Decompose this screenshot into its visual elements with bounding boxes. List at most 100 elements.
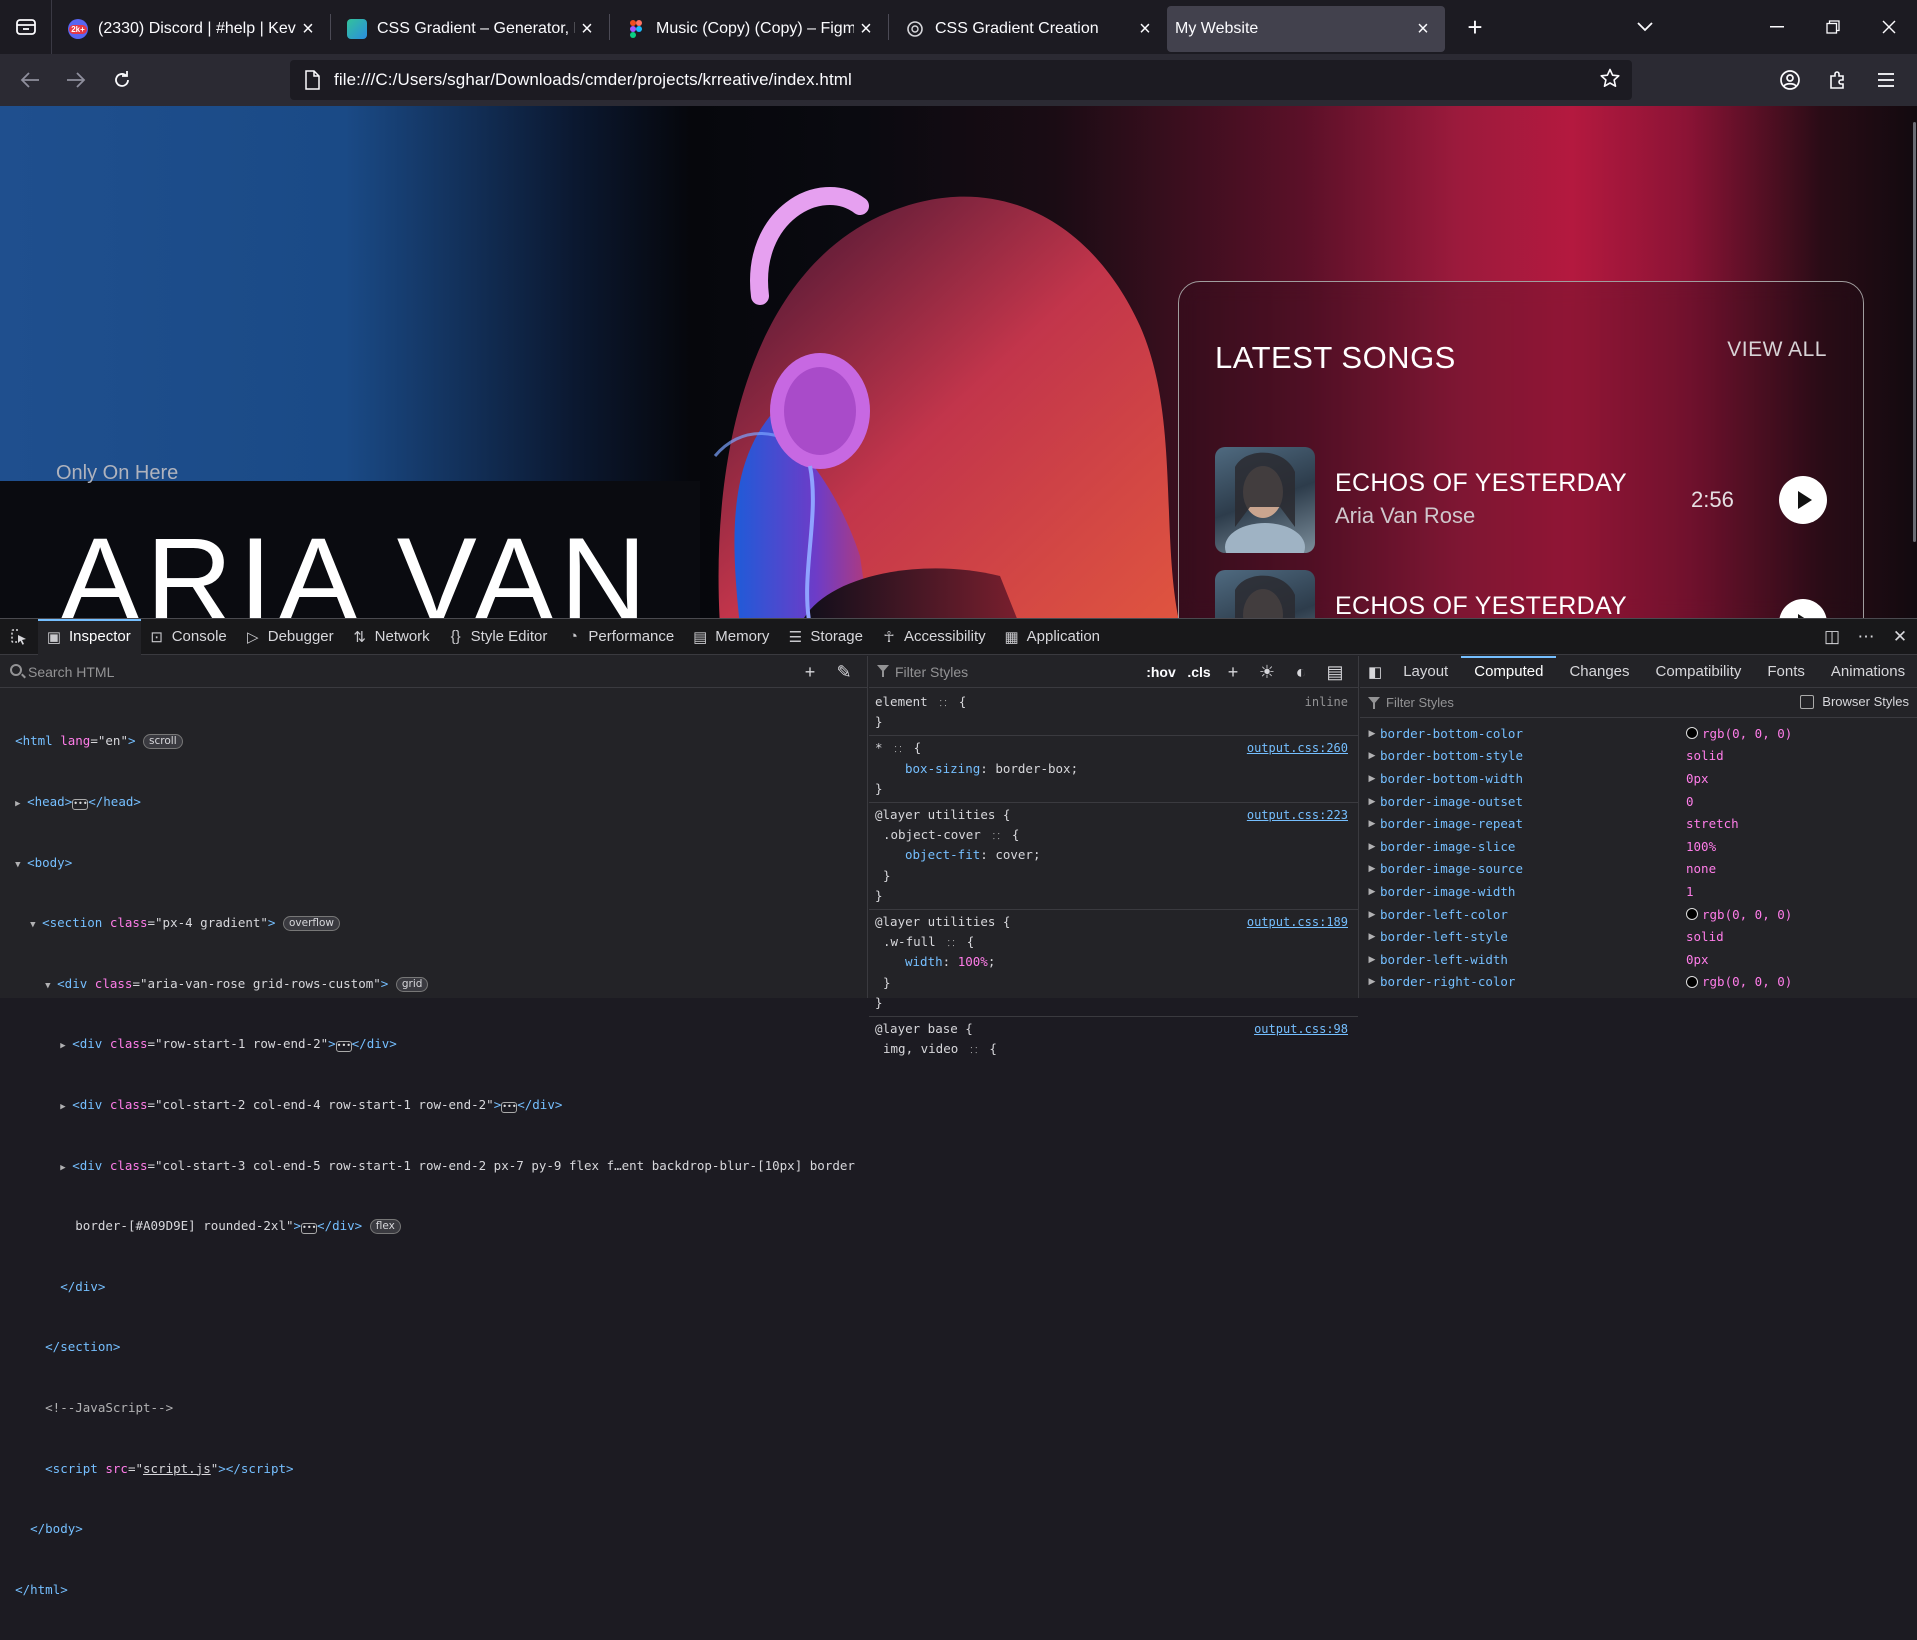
restore-button[interactable] bbox=[1805, 0, 1861, 54]
toggle-sidebar-icon[interactable]: ◧ bbox=[1360, 656, 1390, 688]
css-rule[interactable]: * ⸬ { box-sizing: border-box; } output.c… bbox=[869, 736, 1358, 804]
close-window-button[interactable] bbox=[1861, 0, 1917, 54]
play-button[interactable] bbox=[1779, 599, 1827, 618]
element-picker-button[interactable] bbox=[0, 619, 38, 655]
list-all-tabs-button[interactable] bbox=[1617, 0, 1673, 54]
reload-button[interactable] bbox=[100, 60, 144, 100]
browser-styles-toggle[interactable]: Browser Styles bbox=[1800, 694, 1909, 709]
tab-layout[interactable]: Layout bbox=[1390, 656, 1461, 688]
tree-node[interactable]: ▶ <div class="row-start-1 row-end-2">•••<… bbox=[0, 1034, 867, 1054]
tab-my-website[interactable]: My Website × bbox=[1167, 6, 1445, 52]
scroll-badge[interactable]: scroll bbox=[143, 734, 183, 750]
tab-network[interactable]: ⇅ Network bbox=[344, 619, 440, 655]
page-scrollbar[interactable] bbox=[1911, 106, 1917, 618]
tab-performance[interactable]: ◔ Performance bbox=[557, 619, 684, 655]
computed-row[interactable]: ▶ border-bottom-width 0px bbox=[1360, 767, 1917, 790]
computed-row[interactable]: ▶ border-bottom-style solid bbox=[1360, 745, 1917, 768]
rule-source-link[interactable]: output.css:223 bbox=[1247, 805, 1348, 825]
close-devtools-icon[interactable]: ✕ bbox=[1883, 627, 1917, 647]
css-rule[interactable]: @layer utilities { .object-cover ⸬ { obj… bbox=[869, 803, 1358, 911]
tree-node[interactable]: <script src="script.js"></script> bbox=[0, 1459, 867, 1479]
tab-accessibility[interactable]: ☥ Accessibility bbox=[873, 619, 996, 655]
tree-node[interactable]: ▶ <head>•••</head> bbox=[0, 792, 867, 812]
rule-source-link[interactable]: output.css:260 bbox=[1247, 738, 1348, 758]
computed-row[interactable]: ▶ border-bottom-color rgb(0, 0, 0) bbox=[1360, 722, 1917, 745]
url-bar[interactable]: file:///C:/Users/sghar/Downloads/cmder/p… bbox=[290, 60, 1632, 100]
tree-node[interactable]: </div> bbox=[0, 1277, 867, 1297]
scrollbar-thumb[interactable] bbox=[1913, 122, 1916, 542]
tree-node[interactable]: ▼ <div class="aria-van-rose grid-rows-cus… bbox=[0, 974, 867, 994]
more-options-icon[interactable]: ⋯ bbox=[1849, 627, 1883, 647]
tab-changes[interactable]: Changes bbox=[1556, 656, 1642, 688]
tab-inspector[interactable]: ▣ Inspector bbox=[38, 618, 141, 655]
computed-row[interactable]: ▶ border-left-style solid bbox=[1360, 925, 1917, 948]
search-html-input[interactable]: Search HTML bbox=[28, 664, 114, 680]
tree-node[interactable]: </body> bbox=[0, 1519, 867, 1539]
property-name[interactable]: box-sizing bbox=[905, 761, 980, 776]
color-swatch[interactable] bbox=[1686, 975, 1698, 988]
computed-row[interactable]: ▶ border-image-outset 0 bbox=[1360, 790, 1917, 813]
new-tab-button[interactable]: + bbox=[1453, 5, 1497, 49]
filter-styles-input[interactable]: Filter Styles bbox=[895, 664, 968, 680]
firefox-view-button[interactable] bbox=[0, 0, 52, 54]
computed-filter-input[interactable]: Filter Styles bbox=[1386, 695, 1454, 710]
tree-node[interactable]: ▶ <div class="col-start-3 col-end-5 row-s… bbox=[0, 1156, 867, 1176]
css-rule[interactable]: @layer utilities { .w-full ⸬ { width: 10… bbox=[869, 910, 1358, 1018]
computed-row[interactable]: ▶ border-left-width 0px bbox=[1360, 948, 1917, 971]
tree-node[interactable]: </html> bbox=[0, 1580, 867, 1600]
tab-debugger[interactable]: ▷ Debugger bbox=[237, 619, 344, 655]
light-mode-icon[interactable]: ☀ bbox=[1250, 662, 1284, 683]
close-tab-icon[interactable]: × bbox=[296, 18, 320, 41]
eyedropper-icon[interactable]: ✎ bbox=[827, 662, 861, 683]
property-value[interactable]: cover bbox=[995, 847, 1033, 862]
extensions-button[interactable] bbox=[1815, 60, 1861, 100]
css-rule[interactable]: element ⸬ { } inline bbox=[869, 690, 1358, 737]
tab-console[interactable]: ⊡ Console bbox=[141, 619, 237, 655]
tab-application[interactable]: ▦ Application bbox=[996, 619, 1110, 655]
hover-pseudo-toggle[interactable]: :hov bbox=[1140, 664, 1182, 680]
back-button[interactable] bbox=[8, 60, 52, 100]
tree-node[interactable]: <html lang="en"> scroll bbox=[0, 731, 867, 751]
tab-storage[interactable]: ☰ Storage bbox=[779, 619, 873, 655]
property-value[interactable]: 100% bbox=[958, 954, 988, 969]
browser-styles-checkbox[interactable] bbox=[1800, 694, 1815, 709]
computed-row[interactable]: ▶ border-left-color rgb(0, 0, 0) bbox=[1360, 903, 1917, 926]
forward-button[interactable] bbox=[54, 60, 98, 100]
app-menu-button[interactable] bbox=[1863, 60, 1909, 100]
tab-css-gradient-generator[interactable]: CSS Gradient – Generator, Maker × bbox=[331, 6, 609, 52]
account-button[interactable] bbox=[1767, 60, 1813, 100]
close-tab-icon[interactable]: × bbox=[854, 18, 878, 41]
tab-animations[interactable]: Animations bbox=[1818, 656, 1905, 688]
tab-style-editor[interactable]: {} Style Editor bbox=[440, 619, 558, 655]
tree-node[interactable]: ▶ <div class="col-start-2 col-end-4 row-s… bbox=[0, 1095, 867, 1115]
tree-node[interactable]: ▼ <section class="px-4 gradient"> overflo… bbox=[0, 913, 867, 933]
dark-mode-icon[interactable]: ◐ bbox=[1284, 662, 1318, 683]
property-name[interactable]: object-fit bbox=[905, 847, 980, 862]
tab-fonts[interactable]: Fonts bbox=[1754, 656, 1818, 688]
tree-node[interactable]: <!--JavaScript--> bbox=[0, 1398, 867, 1418]
tab-compatibility[interactable]: Compatibility bbox=[1643, 656, 1755, 688]
tab-figma[interactable]: Music (Copy) (Copy) – Figma × bbox=[610, 6, 888, 52]
computed-row[interactable]: ▶ border-image-slice 100% bbox=[1360, 835, 1917, 858]
property-value[interactable]: border-box bbox=[995, 761, 1070, 776]
grid-badge[interactable]: grid bbox=[395, 976, 429, 992]
tree-node[interactable]: </section> bbox=[0, 1337, 867, 1357]
play-button[interactable] bbox=[1779, 476, 1827, 524]
computed-row[interactable]: ▶ border-image-repeat stretch bbox=[1360, 812, 1917, 835]
color-swatch[interactable] bbox=[1686, 908, 1698, 921]
add-rule-icon[interactable]: + bbox=[1216, 662, 1250, 683]
computed-row[interactable]: ▶ border-right-color rgb(0, 0, 0) bbox=[1360, 971, 1917, 994]
color-swatch[interactable] bbox=[1686, 727, 1698, 740]
rule-source-link[interactable]: output.css:189 bbox=[1247, 912, 1348, 932]
flex-badge[interactable]: flex bbox=[369, 1219, 401, 1235]
close-tab-icon[interactable]: × bbox=[1411, 18, 1435, 41]
class-toggle[interactable]: .cls bbox=[1182, 664, 1216, 680]
rule-source-link[interactable]: output.css:98 bbox=[1254, 1019, 1348, 1039]
add-node-icon[interactable]: + bbox=[793, 662, 827, 683]
minimize-button[interactable] bbox=[1749, 0, 1805, 54]
tree-node[interactable]: ▼ <body> bbox=[0, 853, 867, 873]
view-all-link[interactable]: VIEW ALL bbox=[1727, 338, 1827, 362]
overflow-badge[interactable]: overflow bbox=[282, 916, 341, 932]
tab-memory[interactable]: ▤ Memory bbox=[684, 619, 779, 655]
computed-row[interactable]: ▶ border-image-source none bbox=[1360, 858, 1917, 881]
